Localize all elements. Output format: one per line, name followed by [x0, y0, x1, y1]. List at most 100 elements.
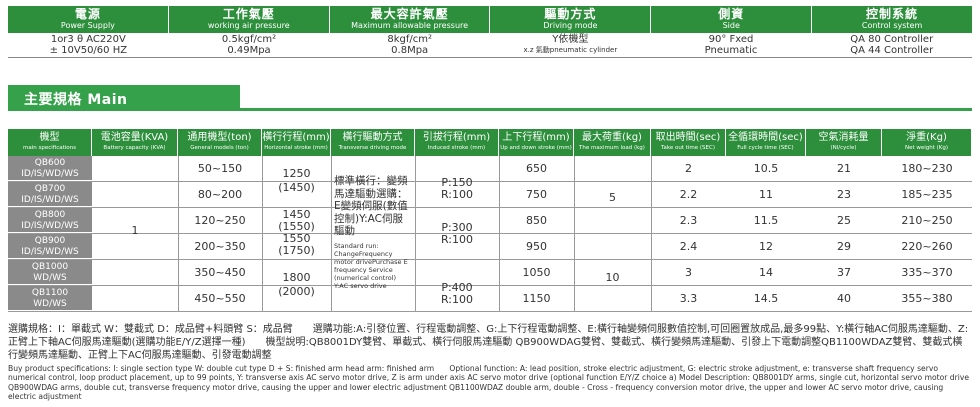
air-consumption-value: 25 — [837, 214, 851, 227]
takeout-time-value: 3.3 — [679, 292, 698, 305]
induced-stroke-cell: P:300 R:100 — [440, 221, 473, 246]
column-header-zh: 淨重(Kg) — [906, 132, 947, 143]
induced-stroke-cell: P:400 R:100 — [440, 281, 473, 306]
general-model-value: 450~550 — [194, 292, 246, 305]
model-variants: WD/WS — [33, 299, 67, 309]
net-weight-value: 355~380 — [901, 292, 953, 305]
cycle-time-value: 10.5 — [753, 162, 779, 175]
section-title: 主要規格 Main specifications — [24, 92, 140, 125]
column-header-zh: 機型 — [39, 132, 60, 143]
general-model-value: 350~450 — [194, 266, 246, 279]
takeout-time-value: 2.4 — [679, 240, 698, 253]
model-name: QB700 — [34, 184, 66, 194]
cycle-time-value: 14 — [759, 266, 773, 279]
section-divider — [8, 108, 972, 111]
transverse-drive-description: 標準橫行：變頻馬達驅動選購：E變頻伺服(數值控制)Y:AC伺服驅動 — [334, 175, 408, 237]
air-consumption-value: 40 — [837, 292, 851, 305]
notes-english: Buy product specifications: I: single se… — [8, 364, 970, 401]
value-working-pressure: 0.5kgf/cm² 0.49Mpa — [221, 34, 277, 56]
column-header-en: Net weight (Kg) — [904, 145, 949, 151]
air-consumption-value: 23 — [837, 188, 851, 201]
battery-capacity-value: 1 — [131, 224, 139, 237]
net-weight-value: 335~370 — [901, 266, 953, 279]
max-load-value: 5 — [609, 191, 616, 204]
column-header-zh: 電池容量(KVA) — [100, 132, 169, 143]
model-name-cell: QB1100 WD/WS — [8, 286, 92, 311]
model-name-cell: QB800 ID/IS/WD/WS — [8, 208, 92, 233]
updown-stroke-value: 650 — [526, 162, 547, 175]
general-model-value: 80~200 — [197, 188, 243, 201]
column-header: 引拔行程(mm) Induced stroke (mm) — [415, 129, 499, 156]
col-divider — [331, 156, 332, 311]
column-header: 上下行程(mm) Up and down stroke (mm) — [499, 129, 574, 156]
value-power-supply: 1or3 θ AC220V ± 10V50/60 HZ — [49, 34, 128, 56]
col-divider — [499, 156, 500, 311]
power-spec-table: 電源 Power Supply 工作氣壓 working air pressure … — [8, 6, 972, 58]
horizontal-stroke-cell: 1250 (1450) — [278, 167, 315, 194]
cycle-time-value: 11 — [759, 188, 773, 201]
takeout-time-value: 3 — [685, 266, 692, 279]
transverse-drive-description-en: Standard run: ChangeFrequency motor driv… — [334, 242, 408, 290]
power-spec-values: 1or3 θ AC220V ± 10V50/60 HZ 0.5kgf/cm² 0.4… — [8, 33, 972, 58]
model-variants: WD/WS — [33, 273, 67, 283]
value-max-pressure: 8kgf/cm² 0.8Mpa — [387, 34, 432, 56]
column-header: 橫行驅動方式 Transverse driving mode — [331, 129, 415, 156]
value-driving-mode: Y依機型 x.z 氣動pneumatic cylinder — [523, 34, 618, 54]
general-model-value: 120~250 — [194, 214, 246, 227]
power-spec-header: 電源 Power Supply 工作氣壓 working air pressure … — [8, 6, 972, 33]
header-control-system: 控制系統 Control system — [861, 7, 923, 31]
air-consumption-value: 21 — [837, 162, 851, 175]
model-name: QB600 — [34, 158, 66, 168]
column-header-zh: 空氣消耗量 — [818, 132, 869, 143]
column-header-zh: 最大荷重(kg) — [582, 132, 642, 143]
column-header-en: main specifications — [22, 145, 77, 151]
updown-stroke-value: 1050 — [522, 266, 551, 279]
model-name-cell: QB900 ID/IS/WD/WS — [8, 234, 92, 259]
column-header-en: Full cycle time (SEC) — [737, 145, 794, 151]
header-max-pressure: 最大容許氣壓 Maximum allowable pressure — [330, 6, 491, 33]
model-variants: ID/IS/WD/WS — [21, 195, 79, 205]
cycle-time-value: 12 — [759, 240, 773, 253]
column-header-en: Horizontal stroke (mm) — [264, 145, 328, 151]
column-header: 淨重(Kg) Net weight (Kg) — [882, 129, 972, 156]
model-name: QB900 — [34, 236, 66, 246]
horizontal-stroke-cell: 1800 (2000) — [278, 271, 315, 298]
net-weight-value: 185~235 — [901, 188, 953, 201]
air-consumption-value: 29 — [837, 240, 851, 253]
takeout-time-value: 2.3 — [679, 214, 698, 227]
column-header: 通用機型(ton) General models (ton) — [178, 129, 262, 156]
column-header-zh: 橫行驅動方式 — [342, 132, 403, 143]
model-name: QB800 — [34, 210, 66, 220]
column-header: 最大荷重(kg) The maximum load (kg) — [574, 129, 651, 156]
induced-stroke-cell: P:150 R:100 — [440, 176, 473, 201]
notes: 選購規格：I：單截式 W：雙截式 D：成品臂+料頭臂 S：成品臂 選購功能:A:… — [8, 323, 972, 402]
model-name: QB1100 — [31, 288, 69, 298]
net-weight-value: 180~230 — [901, 162, 953, 175]
header-side: 側資 Side — [651, 6, 813, 33]
column-header-en: Battery capacity (KVA) — [103, 145, 166, 151]
column-header-en: Take out time (SEC) — [661, 145, 715, 151]
horizontal-stroke-cell: 1550 (1750) — [278, 232, 315, 257]
column-header-en: Up and down stroke (mm) — [500, 145, 572, 151]
header-working-pressure: 工作氣壓 working air pressure — [169, 6, 330, 33]
horizontal-stroke-cell: 1450 (1550) — [278, 208, 315, 233]
column-header-en: Transverse driving mode — [338, 145, 407, 151]
model-variants: ID/IS/WD/WS — [21, 221, 79, 231]
model-name-cell: QB1000 WD/WS — [8, 260, 92, 285]
general-model-value: 200~350 — [194, 240, 246, 253]
column-header-zh: 全循環時間(sec) — [728, 132, 803, 143]
net-weight-value: 210~250 — [901, 214, 953, 227]
model-name-cell: QB600 ID/IS/WD/WS — [8, 156, 92, 181]
column-header-zh: 通用機型(ton) — [187, 132, 252, 143]
column-header-en: Induced stroke (mm) — [427, 145, 486, 151]
net-weight-value: 220~260 — [901, 240, 953, 253]
main-spec-table: 機型 main specifications 電池容量(KVA) Battery ca… — [8, 129, 972, 312]
column-header-zh: 橫行行程(mm) — [262, 132, 330, 143]
cycle-time-value: 11.5 — [753, 214, 779, 227]
cycle-time-value: 14.5 — [753, 292, 779, 305]
model-name-cell: QB700 ID/IS/WD/WS — [8, 182, 92, 207]
col-divider — [651, 156, 652, 311]
notes-chinese: 選購規格：I：單截式 W：雙截式 D：成品臂+料頭臂 S：成品臂 選購功能:A:… — [8, 324, 969, 361]
column-header-en: The maximum load (kg) — [579, 145, 645, 151]
column-header: 取出時間(sec) Take out time (SEC) — [651, 129, 726, 156]
